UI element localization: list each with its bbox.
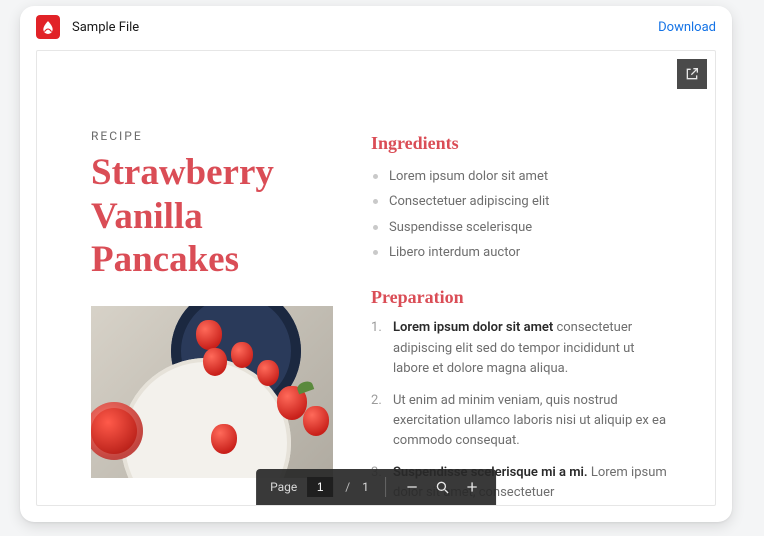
viewer-header: Sample File Download [20, 6, 732, 50]
ingredients-list: Lorem ipsum dolor sit amet Consectetuer … [371, 164, 667, 265]
ingredient-item: Consectetuer adipiscing elit [371, 189, 667, 214]
preparation-step: Ut enim ad minim veniam, quis nostrud ex… [371, 391, 667, 451]
recipe-title: Strawberry Vanilla Pancakes [91, 151, 333, 282]
page-label: Page [270, 480, 297, 494]
preparation-step: Lorem ipsum dolor sit amet consectetuer … [371, 318, 667, 378]
page-toolbar: Page / 1 [256, 469, 496, 505]
document-viewport: RECIPE Strawberry Vanilla Pancakes [36, 50, 716, 506]
current-page-input[interactable] [307, 477, 333, 497]
ingredient-item: Lorem ipsum dolor sit amet [371, 164, 667, 189]
zoom-out-button[interactable] [402, 477, 422, 497]
popout-button[interactable] [677, 59, 707, 89]
ingredients-heading: Ingredients [371, 133, 667, 154]
preparation-heading: Preparation [371, 287, 667, 308]
document-viewer-card: Sample File Download RECIPE Strawberry V… [20, 6, 732, 522]
zoom-reset-button[interactable] [432, 477, 452, 497]
ingredient-item: Libero interdum auctor [371, 240, 667, 265]
total-pages: 1 [362, 480, 369, 494]
recipe-photo [91, 306, 333, 478]
recipe-overline: RECIPE [91, 129, 333, 143]
ingredient-item: Suspendisse scelerisque [371, 215, 667, 240]
document-page: RECIPE Strawberry Vanilla Pancakes [37, 51, 715, 505]
file-title: Sample File [72, 20, 139, 35]
download-link[interactable]: Download [658, 20, 716, 35]
pdf-icon [36, 15, 60, 39]
zoom-in-button[interactable] [462, 477, 482, 497]
page-separator: / [345, 480, 350, 494]
